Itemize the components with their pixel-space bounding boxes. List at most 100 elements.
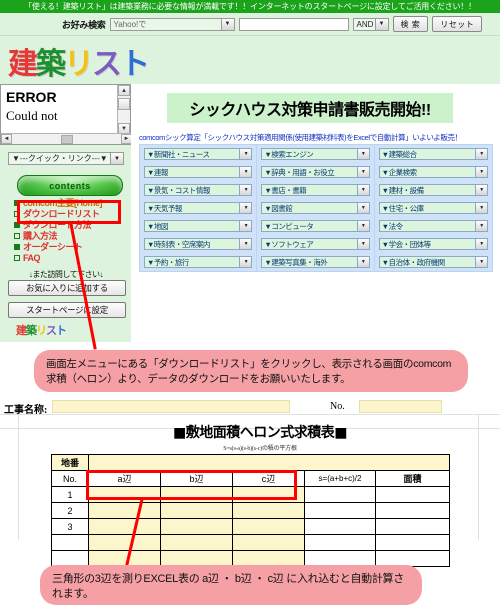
row-area-cell: [375, 502, 450, 519]
row-no-cell: 3: [51, 518, 89, 535]
row-a-cell[interactable]: [88, 518, 161, 535]
sheet-no-label: No.: [330, 401, 345, 412]
set-startpage-button[interactable]: スタートページに設定: [8, 302, 126, 318]
row-no-cell: [51, 534, 89, 551]
category-select-architecture-general[interactable]: ▼建築総合 ▼: [378, 148, 488, 160]
category-cell: ▼時刻表・空席案内 ▼: [140, 235, 258, 253]
category-select-economy-cost[interactable]: ▼景気・コスト情報 ▼: [144, 184, 253, 196]
search-engine-value: Yahoo!で: [113, 19, 147, 29]
category-select-timetable[interactable]: ▼時刻表・空席案内 ▼: [144, 238, 253, 250]
row-c-cell[interactable]: [232, 502, 305, 519]
row-a-cell[interactable]: [88, 534, 161, 551]
category-cell: ▼自治体・政府機関 ▼: [375, 253, 492, 271]
category-cell: ▼図書館 ▼: [257, 199, 375, 217]
category-label: ▼建材・設備: [381, 185, 424, 195]
category-select-government[interactable]: ▼自治体・政府機関 ▼: [378, 256, 488, 268]
row-c-cell[interactable]: [232, 534, 305, 551]
chevron-down-icon: ▼: [220, 18, 234, 30]
sheet-gridline: [478, 414, 479, 540]
row-b-cell[interactable]: [160, 502, 233, 519]
row-c-cell[interactable]: [232, 518, 305, 535]
chevron-down-icon: ▼: [239, 257, 252, 267]
category-select-software[interactable]: ▼ソフトウェア ▼: [261, 238, 370, 250]
contents-button[interactable]: contents: [17, 175, 123, 196]
category-select-photo-overseas[interactable]: ▼建築写真集・海外 ▼: [261, 256, 370, 268]
search-operator-select[interactable]: AND ▼: [352, 17, 389, 31]
category-select-weather[interactable]: ▼天気予報 ▼: [144, 202, 253, 214]
chiban-value-cell[interactable]: [88, 454, 450, 471]
scroll-up-icon[interactable]: ▲: [118, 85, 130, 96]
scrollbar-thumb-vertical[interactable]: [118, 98, 130, 110]
chevron-down-icon: ▼: [239, 203, 252, 213]
add-favorite-button[interactable]: お気に入りに追加する: [8, 280, 126, 296]
category-cell: ▼書店・書籍 ▼: [257, 181, 375, 199]
table-row: [51, 534, 450, 551]
logo-char-4: ス: [92, 47, 122, 82]
category-cell: ▼新聞社・ニュース ▼: [140, 145, 258, 163]
scroll-left-icon[interactable]: ◄: [1, 134, 12, 144]
sheet-no-field[interactable]: [359, 400, 442, 413]
category-label: ▼学会・団体等: [381, 239, 431, 249]
mini-logo-char-3: リ: [36, 325, 47, 337]
quick-link-select-wrap: ▼---クイック・リンク---▼ ▼: [8, 152, 124, 165]
category-label: ▼天気予報: [147, 203, 182, 213]
reset-button[interactable]: リセット: [432, 16, 483, 32]
category-cell: ▼住宅・公庫 ▼: [375, 199, 492, 217]
category-label: ▼時刻表・空席案内: [147, 239, 210, 249]
category-select-newspaper[interactable]: ▼新聞社・ニュース ▼: [144, 148, 253, 160]
category-select-library[interactable]: ▼図書館 ▼: [261, 202, 370, 214]
category-select-bookstore[interactable]: ▼書店・書籍 ▼: [261, 184, 370, 196]
sidebar-item-faq[interactable]: FAQ: [14, 252, 129, 263]
project-name-field[interactable]: [52, 400, 290, 413]
category-select-building-materials[interactable]: ▼建材・設備 ▼: [378, 184, 488, 196]
category-dropdown-grid: ▼新聞社・ニュース ▼ ▼検索エンジン ▼ ▼建築総合 ▼ ▼連報 ▼ ▼辞典・用語・お…: [139, 144, 493, 272]
category-select-bulletin[interactable]: ▼連報 ▼: [144, 166, 253, 178]
category-select-search-engine[interactable]: ▼検索エンジン ▼: [261, 148, 370, 160]
horizontal-scrollbar[interactable]: ◄ ►: [1, 133, 132, 144]
quick-link-value: ▼---クイック・リンク---▼: [12, 154, 108, 163]
annotation-highlight-download-list: [17, 200, 121, 224]
category-cell: ▼景気・コスト情報 ▼: [140, 181, 258, 199]
category-cell: ▼検索エンジン ▼: [257, 145, 375, 163]
col-header-no: No.: [51, 470, 89, 487]
row-s-cell: [304, 502, 376, 519]
category-select-housing[interactable]: ▼住宅・公庫 ▼: [378, 202, 488, 214]
category-select-law[interactable]: ▼法令 ▼: [378, 220, 488, 232]
row-b-cell[interactable]: [160, 518, 233, 535]
category-cell: ▼天気予報 ▼: [140, 199, 258, 217]
category-label: ▼地図: [147, 221, 168, 231]
category-select-dictionary[interactable]: ▼辞典・用語・お役立 ▼: [261, 166, 370, 178]
chevron-down-icon: ▼: [475, 221, 487, 231]
category-label: ▼企業検索: [381, 167, 417, 177]
sheet-header-row: 工事名称: No.: [0, 400, 500, 416]
category-select-academic-society[interactable]: ▼学会・団体等 ▼: [378, 238, 488, 250]
logo-char-1: 建: [8, 47, 38, 82]
promo-subline: comcomシック算定「シックハウス対策適用関係(使用建築材料表)をExcelで…: [139, 133, 462, 142]
chevron-down-icon: ▼: [356, 167, 369, 177]
scrollbar-track-horizontal[interactable]: [12, 134, 121, 144]
category-cell: ▼連報 ▼: [140, 163, 258, 181]
category-select-company-search[interactable]: ▼企業検索 ▼: [378, 166, 488, 178]
sheet-gridline: [0, 414, 500, 415]
category-select-computer[interactable]: ▼コンピュータ ▼: [261, 220, 370, 232]
category-label: ▼書店・書籍: [264, 185, 307, 195]
chevron-down-icon: ▼: [475, 167, 487, 177]
row-a-cell[interactable]: [88, 502, 161, 519]
category-select-map[interactable]: ▼地図 ▼: [144, 220, 253, 232]
category-label: ▼辞典・用語・お役立: [264, 167, 335, 177]
row-b-cell[interactable]: [160, 534, 233, 551]
scrollbar-thumb-horizontal[interactable]: [60, 134, 73, 144]
quick-link-select[interactable]: ▼---クイック・リンク---▼ ▼: [8, 152, 124, 165]
row-s-cell: [304, 518, 376, 535]
col-header-s: s=(a+b+c)/2: [304, 470, 376, 487]
search-button[interactable]: 検 索: [392, 16, 429, 32]
sidebar-item-order-sheet[interactable]: オーダーシート: [14, 241, 129, 252]
search-input[interactable]: [238, 17, 349, 31]
category-label: ▼住宅・公庫: [381, 203, 424, 213]
vertical-scrollbar[interactable]: ▲ ▼: [117, 85, 130, 134]
search-engine-select[interactable]: Yahoo!で ▼: [109, 17, 235, 31]
logo-char-3: リ: [64, 47, 94, 82]
category-label: ▼検索エンジン: [264, 149, 314, 159]
category-select-reservation-travel[interactable]: ▼予約・旅行 ▼: [144, 256, 253, 268]
search-bar: お好み検索 Yahoo!で ▼ AND ▼ 検 索 リセット: [0, 13, 500, 36]
